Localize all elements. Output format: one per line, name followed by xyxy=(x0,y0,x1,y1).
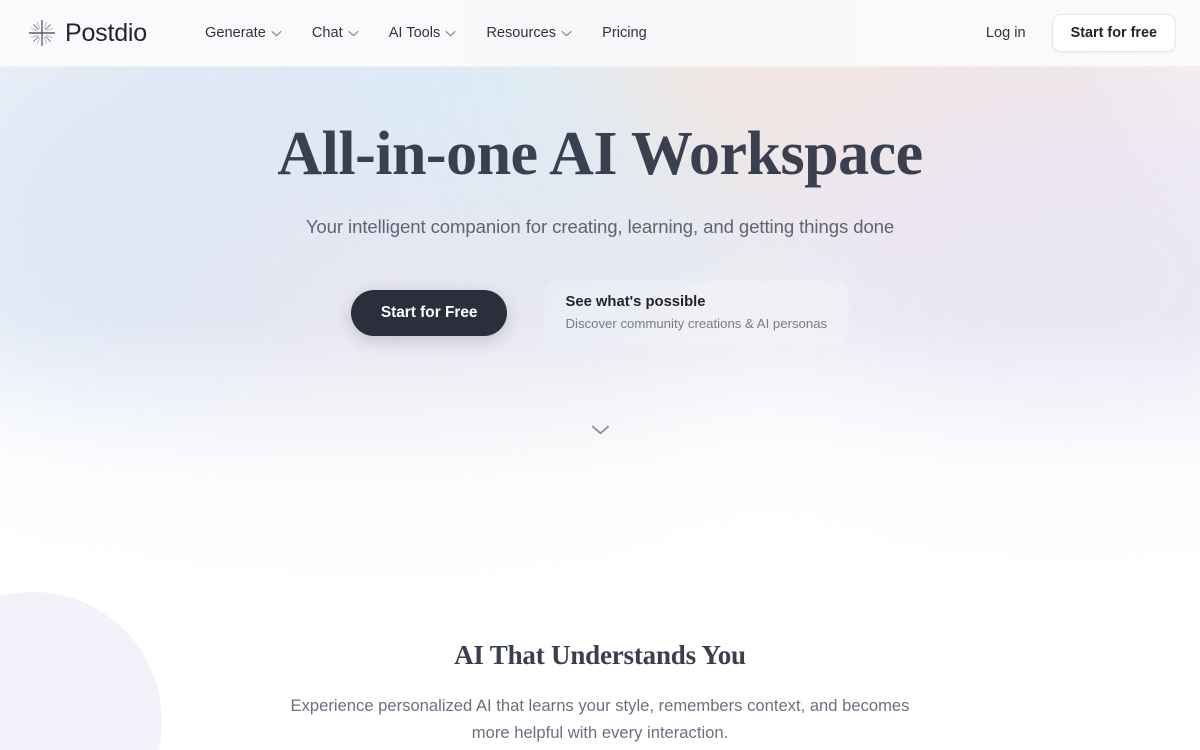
start-for-free-button[interactable]: Start for free xyxy=(1051,14,1176,52)
header-actions: Log in Start for free xyxy=(986,14,1176,52)
section-description: Experience personalized AI that learns y… xyxy=(290,696,910,742)
see-whats-possible-title: See what's possible xyxy=(565,293,706,310)
chevron-down-icon xyxy=(561,30,572,36)
understands-you-section: AI That Understands You Experience perso… xyxy=(0,640,1200,747)
landing-page: Postdio Generate Chat AI Tools Resources… xyxy=(0,0,1200,750)
login-link[interactable]: Log in xyxy=(986,25,1026,41)
brand-logo[interactable]: Postdio xyxy=(28,19,147,47)
starburst-icon xyxy=(28,19,56,47)
page-title: All-in-one AI Workspace xyxy=(277,120,923,188)
chevron-down-icon xyxy=(271,30,282,36)
scroll-down-indicator[interactable] xyxy=(583,413,617,447)
nav-item-label: AI Tools xyxy=(388,25,441,41)
nav-item-ai-tools[interactable]: AI Tools xyxy=(389,25,457,41)
nav-item-chat[interactable]: Chat xyxy=(312,25,359,41)
chevron-down-icon xyxy=(348,30,359,36)
nav-item-pricing[interactable]: Pricing xyxy=(602,25,647,41)
nav-item-label: Generate xyxy=(205,25,266,41)
section-title: AI That Understands You xyxy=(454,640,746,670)
nav-item-resources[interactable]: Resources xyxy=(486,25,572,41)
gradient-fade-to-white xyxy=(0,320,1200,620)
brand-name: Postdio xyxy=(65,18,147,47)
see-whats-possible-card[interactable]: See what's possible Discover community c… xyxy=(543,280,850,347)
chevron-down-icon xyxy=(591,425,609,435)
nav-item-label: Resources xyxy=(486,25,557,41)
hero-subtitle: Your intelligent companion for creating,… xyxy=(305,215,895,237)
primary-nav: Generate Chat AI Tools Resources Pricing xyxy=(205,25,647,41)
nav-item-label: Chat xyxy=(311,25,343,41)
nav-item-label: Pricing xyxy=(602,25,647,41)
nav-item-generate[interactable]: Generate xyxy=(205,25,282,41)
site-header: Postdio Generate Chat AI Tools Resources… xyxy=(0,0,1200,67)
chevron-down-icon xyxy=(445,30,456,36)
hero-actions: Start for Free See what's possible Disco… xyxy=(0,280,1200,347)
hero-section: All-in-one AI Workspace Your intelligent… xyxy=(0,67,1200,347)
see-whats-possible-description: Discover community creations & AI person… xyxy=(565,315,828,331)
start-for-free-primary-button[interactable]: Start for Free xyxy=(350,290,508,337)
